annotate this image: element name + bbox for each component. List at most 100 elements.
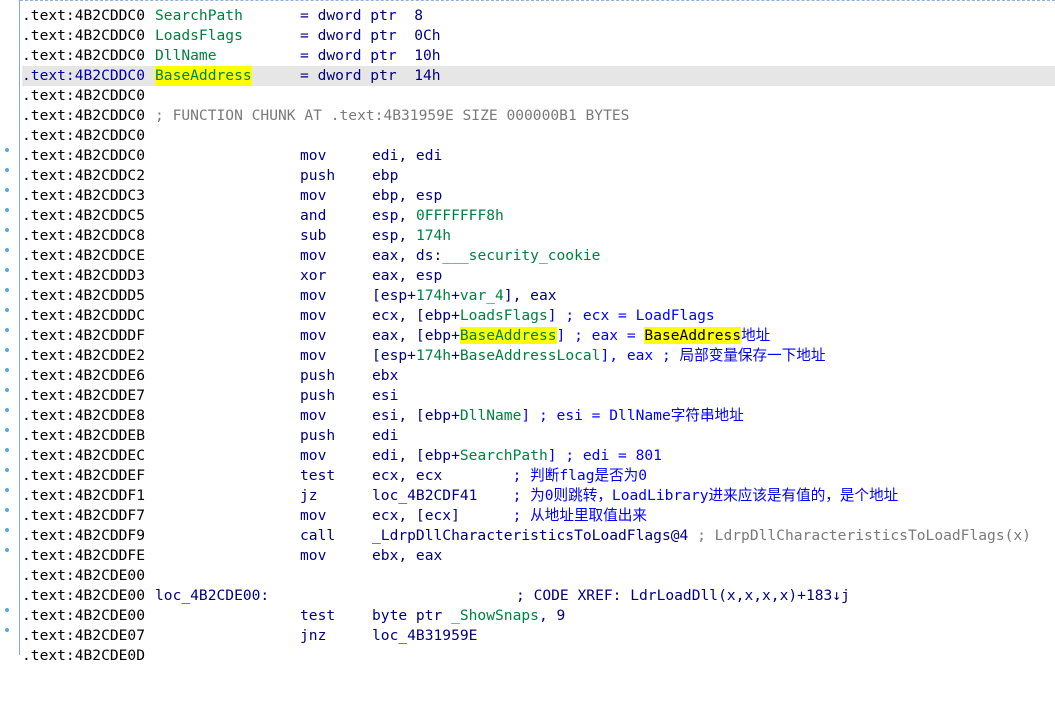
listing-row[interactable]: .text:4B2CDDD5 mov [esp+174h+var_4], eax: [22, 286, 1055, 306]
listing-row[interactable]: .text:4B2CDDC0 mov edi, edi: [22, 146, 1055, 166]
mnemonic: mov: [300, 327, 327, 344]
listing-row[interactable]: .text:4B2CDDC0 DllName = dword ptr 10h: [22, 46, 1055, 66]
listing-row[interactable]: .text:4B2CDDE2 mov [esp+174h+BaseAddress…: [22, 346, 1055, 366]
mnemonic: xor: [300, 267, 327, 284]
listing-row-current[interactable]: .text:4B2CDDC0 BaseAddress = dword ptr 1…: [22, 66, 1055, 86]
listing-row[interactable]: .text:4B2CDDF1 jz loc_4B2CDF41 ; 为0则跳转，L…: [22, 486, 1055, 506]
mnemonic: test: [300, 607, 336, 624]
jump-target-link[interactable]: loc_4B2CDF41: [372, 487, 477, 504]
breakpoint-dot-icon[interactable]: [5, 288, 9, 292]
listing-row[interactable]: .text:4B2CDDEB push edi: [22, 426, 1055, 446]
address: .text:4B2CDDC2: [22, 167, 146, 184]
jump-target-link[interactable]: loc_4B31959E: [372, 626, 477, 646]
breakpoint-dot-icon[interactable]: [5, 548, 9, 552]
listing-row[interactable]: .text:4B2CDE0D: [22, 646, 1055, 666]
function-boundary-line: [20, 0, 1055, 1]
operands: eax, ds:___security_cookie: [372, 247, 601, 264]
listing-row[interactable]: .text:4B2CDDE7 push esi: [22, 386, 1055, 406]
breakpoint-dot-icon[interactable]: [5, 248, 9, 252]
listing-row[interactable]: .text:4B2CDE00 test byte ptr _ShowSnaps,…: [22, 606, 1055, 626]
listing-row[interactable]: .text:4B2CDDC2 push ebp: [22, 166, 1055, 186]
breakpoint-dot-icon[interactable]: [5, 168, 9, 172]
stack-var-name-selected[interactable]: BaseAddress: [155, 66, 252, 86]
address: .text:4B2CDDE7: [22, 387, 146, 404]
breakpoint-dot-icon[interactable]: [5, 508, 9, 512]
listing-row[interactable]: .text:4B2CDDFE mov ebx, eax: [22, 546, 1055, 566]
address: .text:4B2CDDF9: [22, 527, 146, 544]
listing-row[interactable]: .text:4B2CDDE6 push ebx: [22, 366, 1055, 386]
listing-row[interactable]: .text:4B2CDDC0: [22, 86, 1055, 106]
breakpoint-dot-icon[interactable]: [5, 628, 9, 632]
address: .text:4B2CDDD3: [22, 267, 146, 284]
operands: _LdrpDllCharacteristicsToLoadFlags@4 ; L…: [372, 527, 1031, 544]
call-target-link[interactable]: _LdrpDllCharacteristicsToLoadFlags@4: [372, 527, 688, 544]
stack-var-name[interactable]: SearchPath: [155, 6, 243, 26]
listing-row[interactable]: .text:4B2CDDEC mov edi, [ebp+SearchPath]…: [22, 446, 1055, 466]
breakpoint-dot-icon[interactable]: [5, 368, 9, 372]
listing-row[interactable]: .text:4B2CDDC3 mov ebp, esp: [22, 186, 1055, 206]
breakpoint-dot-icon[interactable]: [5, 528, 9, 532]
mnemonic: mov: [300, 187, 327, 204]
disassembly-listing[interactable]: .text:4B2CDDC0 SearchPath = dword ptr 8 …: [22, 6, 1055, 666]
listing-row[interactable]: .text:4B2CDDC0 ; FUNCTION CHUNK AT .text…: [22, 106, 1055, 126]
address: .text:4B2CDDC0: [22, 27, 146, 44]
listing-row[interactable]: .text:4B2CDE07 jnz loc_4B31959E: [22, 626, 1055, 646]
listing-row[interactable]: .text:4B2CDDC5 and esp, 0FFFFFFF8h: [22, 206, 1055, 226]
stack-var-def: = dword ptr 10h: [300, 47, 441, 64]
operands: ebx: [372, 367, 399, 384]
listing-row[interactable]: .text:4B2CDDDF mov eax, [ebp+BaseAddress…: [22, 326, 1055, 346]
address: .text:4B2CDDC0: [22, 107, 146, 124]
operands: ebp, esp: [372, 187, 443, 204]
stack-var-def: = dword ptr 0Ch: [300, 27, 441, 44]
breakpoint-dot-icon[interactable]: [5, 488, 9, 492]
breakpoint-dot-icon[interactable]: [5, 388, 9, 392]
listing-row[interactable]: .text:4B2CDDEF test ecx, ecx ; 判断flag是否为…: [22, 466, 1055, 486]
breakpoint-dot-icon[interactable]: [5, 608, 9, 612]
listing-row[interactable]: .text:4B2CDDE8 mov esi, [ebp+DllName] ; …: [22, 406, 1055, 426]
mnemonic: mov: [300, 447, 327, 464]
breakpoint-dot-icon[interactable]: [5, 348, 9, 352]
listing-row[interactable]: .text:4B2CDDC0 SearchPath = dword ptr 8: [22, 6, 1055, 26]
listing-row[interactable]: .text:4B2CDDC0: [22, 126, 1055, 146]
listing-row[interactable]: .text:4B2CDDF7 mov ecx, [ecx] ; 从地址里取值出来: [22, 506, 1055, 526]
stack-var-name[interactable]: LoadsFlags: [155, 26, 243, 46]
xref-comment[interactable]: ; CODE XREF: LdrLoadDll(x,x,x,x)+183↓j: [516, 586, 850, 606]
operands: [esp+174h+BaseAddressLocal], eax ; 局部变量保…: [372, 347, 826, 364]
breakpoint-dot-icon[interactable]: [5, 208, 9, 212]
operands: loc_4B2CDF41 ; 为0则跳转，LoadLibrary进来应该是有值的…: [372, 487, 899, 504]
breakpoint-dot-icon[interactable]: [5, 408, 9, 412]
stack-var-name[interactable]: DllName: [155, 46, 217, 66]
mnemonic: mov: [300, 247, 327, 264]
symbol-link[interactable]: _ShowSnaps: [451, 607, 539, 624]
mnemonic: mov: [300, 307, 327, 324]
listing-row[interactable]: .text:4B2CDE00: [22, 566, 1055, 586]
breakpoint-dot-icon[interactable]: [5, 328, 9, 332]
breakpoint-dot-icon[interactable]: [5, 448, 9, 452]
mnemonic: sub: [300, 227, 327, 244]
operands: esi, [ebp+DllName] ; esi = DllName字符串地址: [372, 407, 744, 424]
symbol-link[interactable]: ___security_cookie: [442, 247, 600, 264]
listing-row[interactable]: .text:4B2CDDDC mov ecx, [ebp+LoadsFlags]…: [22, 306, 1055, 326]
breakpoint-dot-icon[interactable]: [5, 428, 9, 432]
address: .text:4B2CDDE8: [22, 407, 146, 424]
mnemonic: call: [300, 527, 336, 544]
mnemonic: push: [300, 387, 336, 404]
listing-row[interactable]: .text:4B2CDDF9 call _LdrpDllCharacterist…: [22, 526, 1055, 546]
breakpoint-dot-icon[interactable]: [5, 468, 9, 472]
listing-row[interactable]: .text:4B2CDDC0 LoadsFlags = dword ptr 0C…: [22, 26, 1055, 46]
listing-row[interactable]: .text:4B2CDDD3 xor eax, esp: [22, 266, 1055, 286]
mnemonic: mov: [300, 287, 327, 304]
mnemonic: test: [300, 467, 336, 484]
breakpoint-dot-icon[interactable]: [5, 268, 9, 272]
address: .text:4B2CDDF1: [22, 487, 146, 504]
breakpoint-dot-icon[interactable]: [5, 148, 9, 152]
listing-row[interactable]: .text:4B2CDDC8 sub esp, 174h: [22, 226, 1055, 246]
breakpoint-dot-icon[interactable]: [5, 228, 9, 232]
mnemonic: mov: [300, 347, 327, 364]
listing-row[interactable]: .text:4B2CDDCE mov eax, ds:___security_c…: [22, 246, 1055, 266]
operands: ebp: [372, 167, 399, 184]
listing-row[interactable]: .text:4B2CDE00 loc_4B2CDE00: ; CODE XREF…: [22, 586, 1055, 606]
breakpoint-dot-icon[interactable]: [5, 188, 9, 192]
breakpoint-dot-icon[interactable]: [5, 308, 9, 312]
code-label[interactable]: loc_4B2CDE00:: [155, 586, 269, 606]
